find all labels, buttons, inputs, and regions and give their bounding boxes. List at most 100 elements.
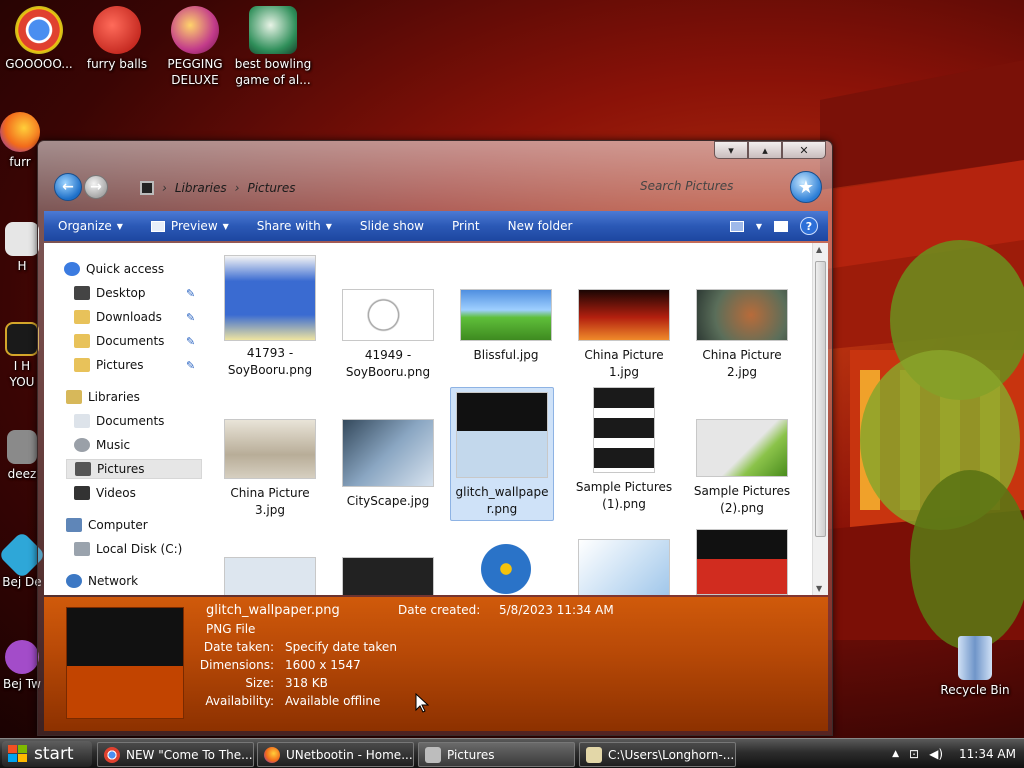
pin-icon[interactable]: ✎ [186, 287, 198, 300]
desktop-icon-label: furry balls [86, 57, 148, 71]
file-tile[interactable]: Sample Pictures (1).png [572, 387, 676, 517]
desktop-icon-pegging-deluxe[interactable]: PEGGING DELUXE [156, 6, 234, 88]
drive-icon [74, 542, 90, 556]
preview-pane-icon[interactable] [774, 220, 788, 232]
explorer-body: Quick access Desktop ✎ Downloads ✎ Docum… [44, 243, 828, 595]
desktop-icon-furry-balls[interactable]: furry balls [78, 6, 156, 72]
details-date-taken[interactable]: Specify date taken [285, 640, 397, 654]
file-tile[interactable] [572, 539, 676, 595]
nav-lib-pictures[interactable]: Pictures [66, 459, 202, 479]
pin-icon[interactable]: ✎ [186, 359, 198, 372]
file-tile-selected[interactable]: glitch_wallpaper.png [450, 387, 554, 521]
nav-desktop[interactable]: Desktop [74, 283, 146, 303]
file-tile[interactable]: 41949 - SoyBooru.png [336, 289, 440, 419]
chevron-right-icon: › [234, 181, 240, 195]
nav-pictures[interactable]: Pictures [74, 355, 144, 375]
nav-label: Music [96, 438, 131, 452]
share-with-button[interactable]: Share with ▼ [243, 211, 346, 241]
preview-icon [150, 220, 165, 232]
new-folder-button[interactable]: New folder [494, 211, 587, 241]
desktop-icon-recycle-bin[interactable]: Recycle Bin [936, 636, 1014, 698]
details-availability: Available offline [285, 694, 381, 708]
furry-ball-icon [93, 6, 141, 54]
desktop-icon-h[interactable]: H [2, 222, 42, 274]
nav-network[interactable]: Network [66, 571, 138, 591]
nav-quick-access[interactable]: Quick access [64, 259, 164, 279]
file-tile[interactable] [336, 557, 440, 595]
scroll-down-icon[interactable]: ▼ [816, 584, 822, 593]
desktop-icon-bejeweled-twist[interactable]: Bej Tw [2, 640, 42, 692]
desktop-icon-label: Bej De [2, 575, 42, 589]
explorer-window[interactable]: ▾ ▴ ✕ ← → › Libraries › Pictures Search … [37, 140, 833, 736]
file-tile[interactable] [454, 539, 558, 595]
view-options-icon[interactable] [729, 220, 744, 232]
chevron-right-icon: › [162, 181, 167, 195]
preview-button[interactable]: Preview ▼ [137, 211, 243, 241]
desktop-icon-deez[interactable]: deez [2, 430, 42, 482]
taskbar-item-chrome[interactable]: NEW "Come To The... [97, 742, 254, 767]
back-button[interactable]: ← [54, 173, 82, 201]
address-bar[interactable]: › Libraries › Pictures [140, 177, 304, 199]
nav-label: Documents [96, 334, 165, 348]
file-tile[interactable] [218, 557, 322, 595]
file-tile[interactable]: CityScape.jpg [336, 419, 440, 549]
scrollbar-thumb[interactable] [815, 261, 826, 537]
folder-icon [140, 181, 154, 195]
print-button[interactable]: Print [438, 211, 494, 241]
file-name: China Picture 3.jpg [230, 486, 310, 517]
nav-downloads[interactable]: Downloads [74, 307, 162, 327]
nav-libraries[interactable]: Libraries [66, 387, 140, 407]
minimize-button[interactable]: ▾ [714, 141, 748, 159]
file-tile[interactable]: China Picture 2.jpg [690, 289, 794, 419]
scroll-up-icon[interactable]: ▲ [816, 245, 822, 254]
desktop-icon-firefox[interactable]: furr [0, 112, 40, 170]
nav-label: Pictures [97, 462, 145, 476]
nav-documents[interactable]: Documents [74, 331, 164, 351]
breadcrumb-libraries[interactable]: Libraries [175, 181, 227, 195]
slide-show-button[interactable]: Slide show [346, 211, 438, 241]
folder-icon [74, 358, 90, 372]
search-input[interactable]: Search Pictures [570, 175, 790, 199]
breadcrumb-pictures[interactable]: Pictures [247, 181, 295, 195]
desktop-icon-bowling[interactable]: best bowling game of al... [234, 6, 312, 88]
taskbar-item-firefox[interactable]: UNetbootin - Home... [257, 742, 414, 767]
forward-button[interactable]: → [84, 175, 108, 199]
file-thumbnail [460, 539, 552, 595]
file-tile[interactable] [690, 529, 794, 595]
start-label: start [34, 744, 74, 764]
details-dimensions: 1600 x 1547 [285, 658, 361, 672]
file-thumbnail [578, 539, 670, 595]
file-tile[interactable]: China Picture 3.jpg [218, 419, 322, 549]
start-button[interactable]: start [2, 741, 92, 767]
network-tray-icon[interactable]: ⊡ [909, 747, 919, 761]
tray-expand-icon[interactable]: ▲ [892, 749, 899, 759]
gem-icon [5, 640, 39, 674]
desktop-icon-chrome[interactable]: GOOOOO... [0, 6, 78, 72]
file-thumbnail [342, 557, 434, 595]
maximize-button[interactable]: ▴ [748, 141, 782, 159]
vertical-scrollbar[interactable]: ▲ ▼ [812, 243, 828, 595]
nav-lib-music[interactable]: Music [74, 435, 130, 455]
desktop-icon-bejeweled-deluxe[interactable]: Bej De [0, 530, 47, 590]
tray-clock[interactable]: 11:34 AM [959, 747, 1016, 761]
help-button[interactable]: ? [800, 217, 818, 235]
star-icon [64, 262, 80, 276]
favorites-star-button[interactable]: ★ [790, 171, 822, 203]
nav-lib-videos[interactable]: Videos [74, 483, 136, 503]
nav-lib-documents[interactable]: Documents [74, 411, 164, 431]
taskbar-item-notepad[interactable]: C:\Users\Longhorn-... [579, 742, 736, 767]
nav-local-disk[interactable]: Local Disk (C:) [74, 539, 182, 559]
organize-button[interactable]: Organize ▼ [44, 211, 137, 241]
nav-computer[interactable]: Computer [66, 515, 148, 535]
pin-icon[interactable]: ✎ [186, 335, 198, 348]
videos-icon [74, 486, 90, 500]
volume-icon[interactable]: ◀) [929, 747, 943, 761]
file-tile[interactable]: 41793 - SoyBooru.png [218, 255, 322, 385]
details-filename: glitch_wallpaper.png [206, 603, 340, 618]
pin-icon[interactable]: ✎ [186, 311, 198, 324]
desktop-icon-i-hate-you[interactable]: I H YOU [2, 322, 42, 390]
chevron-down-icon[interactable]: ▼ [756, 222, 762, 231]
taskbar-item-label: NEW "Come To The... [126, 747, 253, 762]
close-button[interactable]: ✕ [782, 141, 826, 159]
taskbar-item-pictures[interactable]: Pictures [418, 742, 575, 767]
